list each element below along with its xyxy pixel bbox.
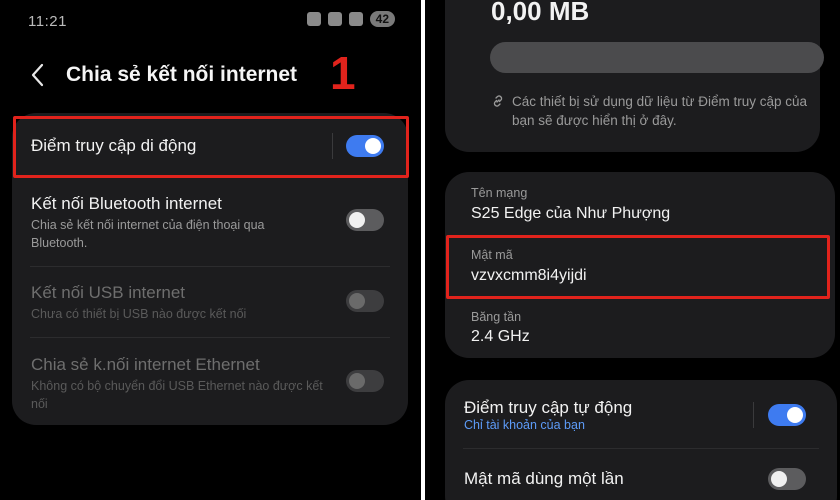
status-bar: 11:21 42 xyxy=(0,10,421,36)
list-item-usb-tethering: Kết nối USB internet Chưa có thiết bị US… xyxy=(12,267,408,337)
auto-hotspot-toggle[interactable] xyxy=(768,404,806,426)
data-usage-value: 0,00 MB xyxy=(491,0,590,26)
auto-hotspot-card: Điểm truy cập tự động Chỉ tài khoản của … xyxy=(445,380,837,500)
item-title: Chia sẻ k.nối internet Ethernet xyxy=(31,355,260,374)
auto-hotspot-subtitle: Chỉ tài khoản của bạn xyxy=(464,418,585,432)
back-icon[interactable] xyxy=(30,62,46,88)
page-title: Chia sẻ kết nối internet xyxy=(66,63,298,86)
item-subtitle: Chia sẻ kết nối internet của điện thoại … xyxy=(31,218,265,250)
left-screen: 11:21 42 Chia sẻ kết nối internet 1 Điểm… xyxy=(0,0,421,500)
item-title: Kết nối USB internet xyxy=(31,283,186,302)
data-usage-bar xyxy=(490,42,824,73)
bluetooth-tethering-toggle[interactable] xyxy=(346,209,384,231)
connected-devices-note: Các thiết bị sử dụng dữ liệu từ Điểm tru… xyxy=(512,94,807,128)
right-screen: 0,00 MB Các thiết bị sử dụng dữ liệu từ … xyxy=(425,0,840,500)
item-subtitle: Chưa có thiết bị USB nào được kết nối xyxy=(31,307,247,321)
wifi-icon xyxy=(327,12,342,26)
link-icon xyxy=(493,95,503,107)
network-name-label: Tên mạng xyxy=(471,186,528,200)
header: Chia sẻ kết nối internet xyxy=(30,62,297,88)
divider xyxy=(753,402,754,428)
band-row[interactable]: Băng tần 2.4 GHz xyxy=(445,296,835,358)
item-title: Kết nối Bluetooth internet xyxy=(31,194,222,213)
highlight-box xyxy=(13,116,409,178)
network-name-row[interactable]: Tên mạng S25 Edge của Như Phượng xyxy=(445,172,835,234)
network-name-value: S25 Edge của Như Phượng xyxy=(471,205,671,222)
list-item-bluetooth-tethering[interactable]: Kết nối Bluetooth internet Chia sẻ kết n… xyxy=(12,177,408,267)
list-item-ethernet-tethering: Chia sẻ k.nối internet Ethernet Không có… xyxy=(12,338,408,424)
status-icons: 42 xyxy=(306,11,395,27)
data-usage-card: 0,00 MB Các thiết bị sử dụng dữ liệu từ … xyxy=(445,0,824,152)
usb-tethering-toggle xyxy=(346,290,384,312)
one-time-password-title: Mật mã dùng một lần xyxy=(464,469,624,488)
ethernet-tethering-toggle xyxy=(346,370,384,392)
one-time-password-toggle[interactable] xyxy=(768,468,806,490)
status-time: 11:21 xyxy=(28,13,67,30)
signal-icon xyxy=(348,12,363,26)
auto-hotspot-title: Điểm truy cập tự động xyxy=(464,398,633,417)
band-label: Băng tần xyxy=(471,310,522,324)
battery-icon: 42 xyxy=(369,11,395,27)
auto-hotspot-row[interactable]: Điểm truy cập tự động Chỉ tài khoản của … xyxy=(445,380,837,448)
item-subtitle: Không có bộ chuyển đổi USB Ethernet nào … xyxy=(31,379,323,411)
notification-icon xyxy=(306,12,321,26)
one-time-password-row[interactable]: Mật mã dùng một lần xyxy=(445,449,837,500)
highlight-box xyxy=(446,235,830,299)
band-value: 2.4 GHz xyxy=(471,328,530,345)
annotation-number: 1 xyxy=(330,47,356,99)
